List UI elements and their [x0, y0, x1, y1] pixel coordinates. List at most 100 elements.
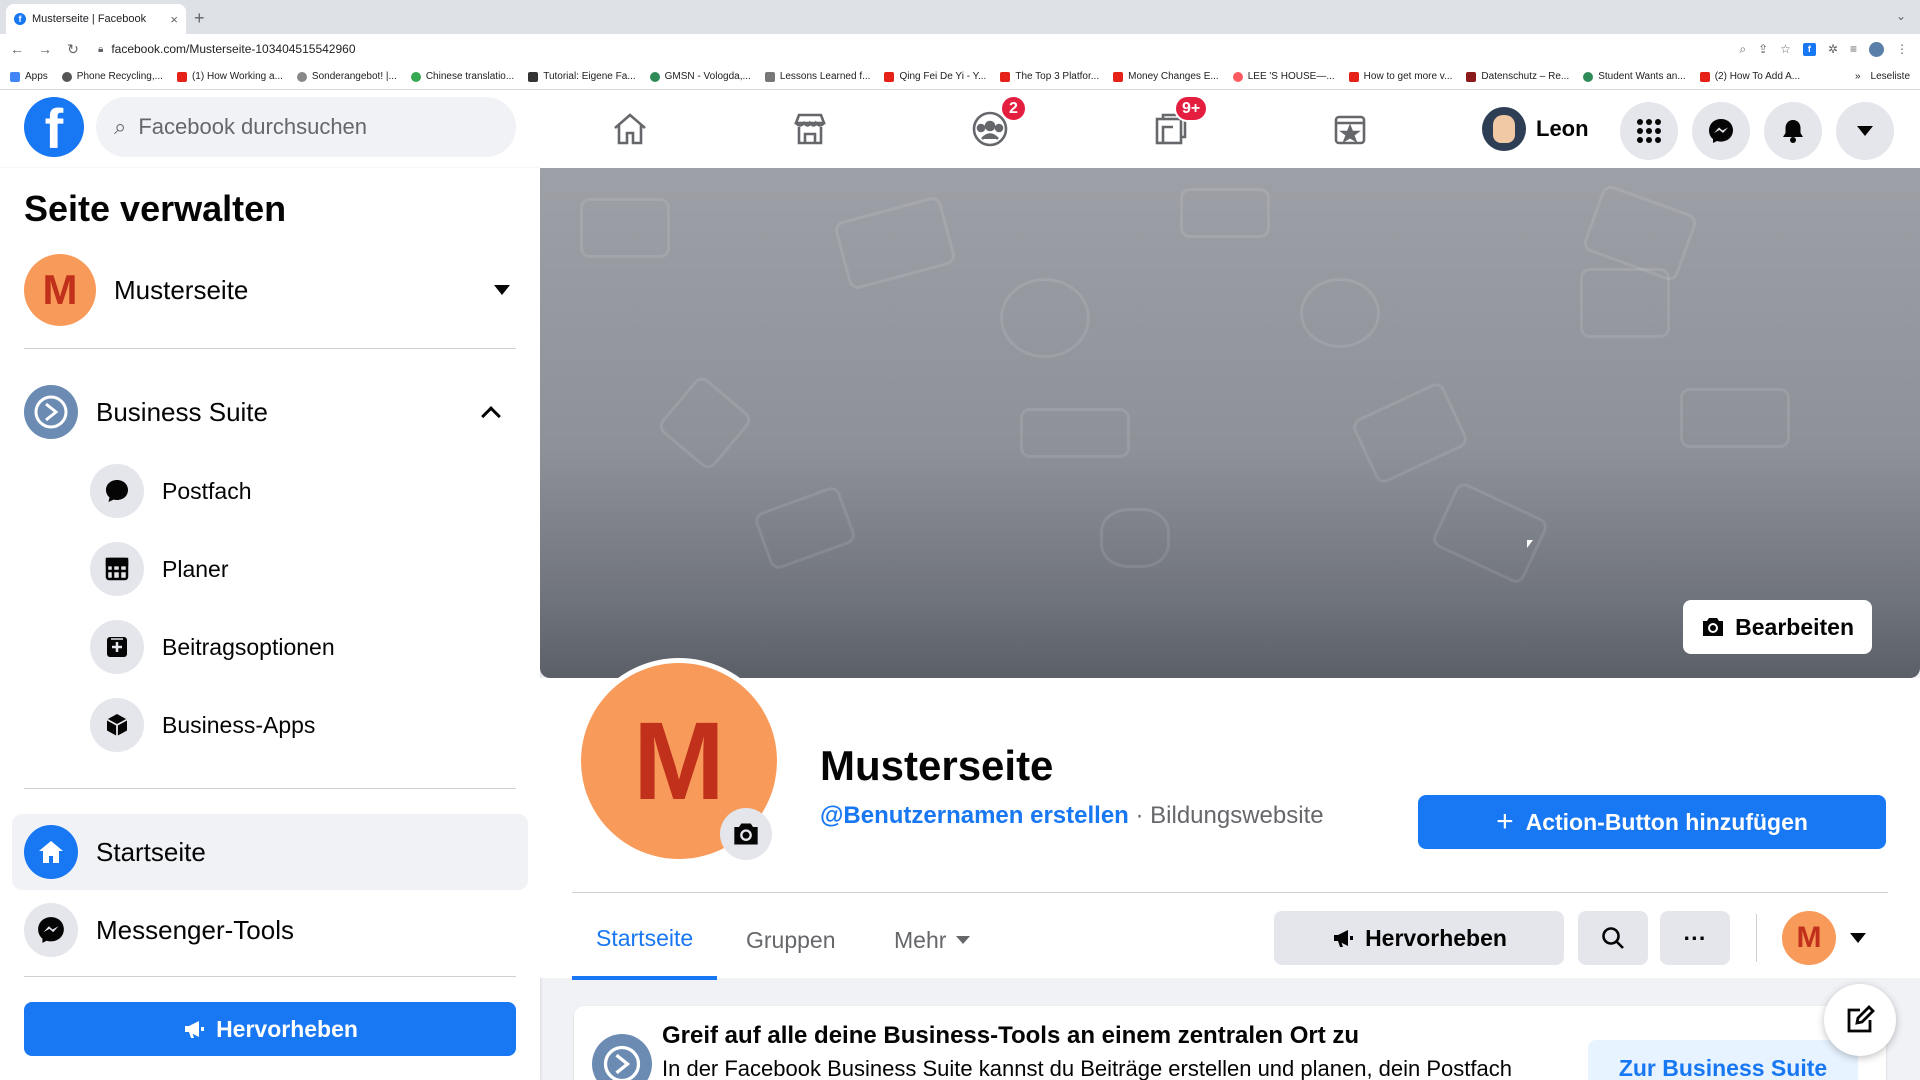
nav-groups-button[interactable]: 2	[900, 90, 1080, 168]
cover-pattern-shape	[1020, 408, 1130, 458]
reading-list-button[interactable]: Leseliste	[1871, 71, 1910, 82]
tab-search-chevron-icon[interactable]: ⌄	[1896, 9, 1906, 23]
tab-groups[interactable]: Gruppen	[722, 900, 860, 980]
bookmark-item[interactable]: Phone Recycling,...	[61, 71, 163, 82]
page-search-button[interactable]	[1578, 911, 1648, 965]
bookmark-item[interactable]: The Top 3 Platfor...	[1000, 71, 1099, 82]
youtube-icon	[1348, 71, 1359, 82]
share-icon[interactable]: ⇪	[1758, 42, 1768, 56]
youtube-icon	[176, 71, 187, 82]
bookmark-item[interactable]: GMSN - Vologda,...	[649, 71, 751, 82]
go-to-business-suite-button[interactable]: Zur Business Suite	[1588, 1040, 1858, 1080]
new-tab-button[interactable]: +	[194, 8, 205, 29]
bookmarks-bar: Apps Phone Recycling,... (1) How Working…	[0, 64, 1920, 90]
sidebar-divider	[24, 788, 516, 789]
acting-as-switcher[interactable]: M	[1782, 911, 1866, 965]
bookmark-item[interactable]: (2) How To Add A...	[1699, 71, 1800, 82]
bookmark-item[interactable]: Money Changes E...	[1113, 71, 1219, 82]
search-bar[interactable]: ⌕	[96, 97, 516, 157]
cover-pattern-shape	[1000, 278, 1090, 358]
reading-list-icon[interactable]: ≡	[1850, 42, 1857, 56]
bookmark-item[interactable]: LEE 'S HOUSE—...	[1232, 71, 1335, 82]
sidebar-item-messenger-tools[interactable]: Messenger-Tools	[12, 892, 528, 968]
compose-button[interactable]	[1824, 984, 1896, 1056]
zoom-icon[interactable]: ⌕	[1739, 42, 1746, 57]
cover-pattern-shape	[1580, 268, 1670, 338]
back-arrow-icon[interactable]: ←	[6, 41, 28, 57]
cover-pattern-shape	[832, 194, 958, 292]
sidebar-item-planner[interactable]: Planer	[90, 540, 490, 598]
forward-arrow-icon[interactable]: →	[34, 41, 56, 57]
search-input[interactable]	[138, 114, 439, 140]
page-avatar: M	[24, 254, 96, 326]
create-username-link[interactable]: @Benutzernamen erstellen	[820, 802, 1129, 829]
add-action-button[interactable]: + Action-Button hinzufügen	[1418, 795, 1886, 849]
page-switcher[interactable]: M Musterseite	[24, 254, 516, 326]
business-suite-toggle[interactable]: Business Suite	[24, 382, 516, 442]
grid-menu-icon	[1637, 119, 1661, 143]
bookmark-favicon-icon	[1466, 71, 1477, 82]
notifications-button[interactable]	[1764, 102, 1822, 160]
megaphone-icon	[1334, 930, 1354, 947]
bookmark-favicon-icon	[61, 71, 72, 82]
sidebar-item-home[interactable]: Startseite	[12, 814, 528, 890]
post-add-icon	[90, 620, 144, 674]
facebook-logo-icon[interactable]: f	[24, 97, 84, 157]
sidebar-item-label: Business-Apps	[162, 711, 316, 738]
reload-icon[interactable]: ↻	[62, 41, 84, 58]
browser-menu-icon[interactable]: ⋮	[1896, 42, 1908, 56]
sidebar-item-label: Beitragsoptionen	[162, 633, 335, 660]
business-suite-icon	[24, 385, 78, 439]
tab-home[interactable]: Startseite	[572, 900, 718, 980]
page-category: Bildungswebsite	[1150, 802, 1324, 829]
user-profile-chip[interactable]: Leon	[1482, 102, 1589, 156]
browser-profile-avatar[interactable]	[1869, 41, 1884, 57]
bookmark-favicon-icon	[410, 71, 421, 82]
tab-close-icon[interactable]: ×	[170, 12, 178, 27]
inbox-chat-icon	[90, 464, 144, 518]
bookmark-item[interactable]: (1) How Working a...	[176, 71, 283, 82]
sidebar-item-post-options[interactable]: Beitragsoptionen	[90, 618, 490, 676]
sidebar-divider	[24, 348, 516, 349]
nav-favorites-button[interactable]	[1260, 90, 1440, 168]
account-menu-button[interactable]	[1836, 102, 1894, 160]
bell-icon	[1783, 120, 1803, 143]
nav-pages-button[interactable]: 9+	[1080, 90, 1260, 168]
facebook-extension-icon[interactable]: f	[1802, 42, 1816, 56]
sidebar-item-business-apps[interactable]: Business-Apps	[90, 696, 490, 754]
bookmarks-overflow-button[interactable]: »	[1855, 71, 1861, 82]
edit-cover-label: Bearbeiten	[1735, 613, 1854, 640]
bookmark-item[interactable]: Apps	[10, 71, 48, 82]
bookmark-item[interactable]: Tutorial: Eigene Fa...	[528, 71, 636, 82]
cover-pattern-shape	[1680, 388, 1790, 448]
bookmark-item[interactable]: How to get more v...	[1348, 71, 1452, 82]
tab-more[interactable]: Mehr	[870, 900, 994, 980]
nav-marketplace-button[interactable]	[720, 90, 900, 168]
more-dots-icon: ···	[1683, 924, 1707, 951]
facebook-top-nav: f ⌕ 2 9+ Leon	[0, 90, 1920, 168]
promote-button[interactable]: Hervorheben	[1274, 911, 1564, 965]
messenger-button[interactable]	[1692, 102, 1750, 160]
bookmark-star-icon[interactable]: ☆	[1780, 42, 1791, 56]
cover-pattern-shape	[1429, 480, 1551, 586]
more-options-button[interactable]: ···	[1660, 911, 1730, 965]
address-bar-icons: ⌕ ⇪ ☆ f ✲ ≡ ⋮	[1739, 41, 1920, 57]
bookmark-favicon-icon	[1583, 71, 1594, 82]
bookmark-item[interactable]: Lessons Learned f...	[764, 71, 870, 82]
bookmark-item[interactable]: Student Wants an...	[1583, 71, 1686, 82]
menu-grid-button[interactable]	[1620, 102, 1678, 160]
nav-home-button[interactable]	[540, 90, 720, 168]
cover-pattern-shape	[1180, 188, 1270, 238]
extensions-puzzle-icon[interactable]: ✲	[1828, 42, 1838, 56]
change-profile-photo-button[interactable]	[720, 808, 772, 860]
sidebar-promote-button[interactable]: Hervorheben	[24, 1002, 516, 1056]
sidebar-item-inbox[interactable]: Postfach	[90, 462, 490, 520]
bookmark-item[interactable]: Qing Fei De Yi - Y...	[884, 71, 986, 82]
home-icon	[24, 825, 78, 879]
browser-tab[interactable]: f Musterseite | Facebook ×	[6, 4, 186, 34]
bookmark-item[interactable]: Sonderangebot! |...	[296, 71, 397, 82]
url-field[interactable]: 🔒︎ facebook.com/Musterseite-103404515542…	[98, 38, 1739, 60]
edit-cover-button[interactable]: Bearbeiten	[1683, 600, 1872, 654]
bookmark-item[interactable]: Chinese translatio...	[410, 71, 514, 82]
bookmark-item[interactable]: Datenschutz – Re...	[1466, 71, 1569, 82]
